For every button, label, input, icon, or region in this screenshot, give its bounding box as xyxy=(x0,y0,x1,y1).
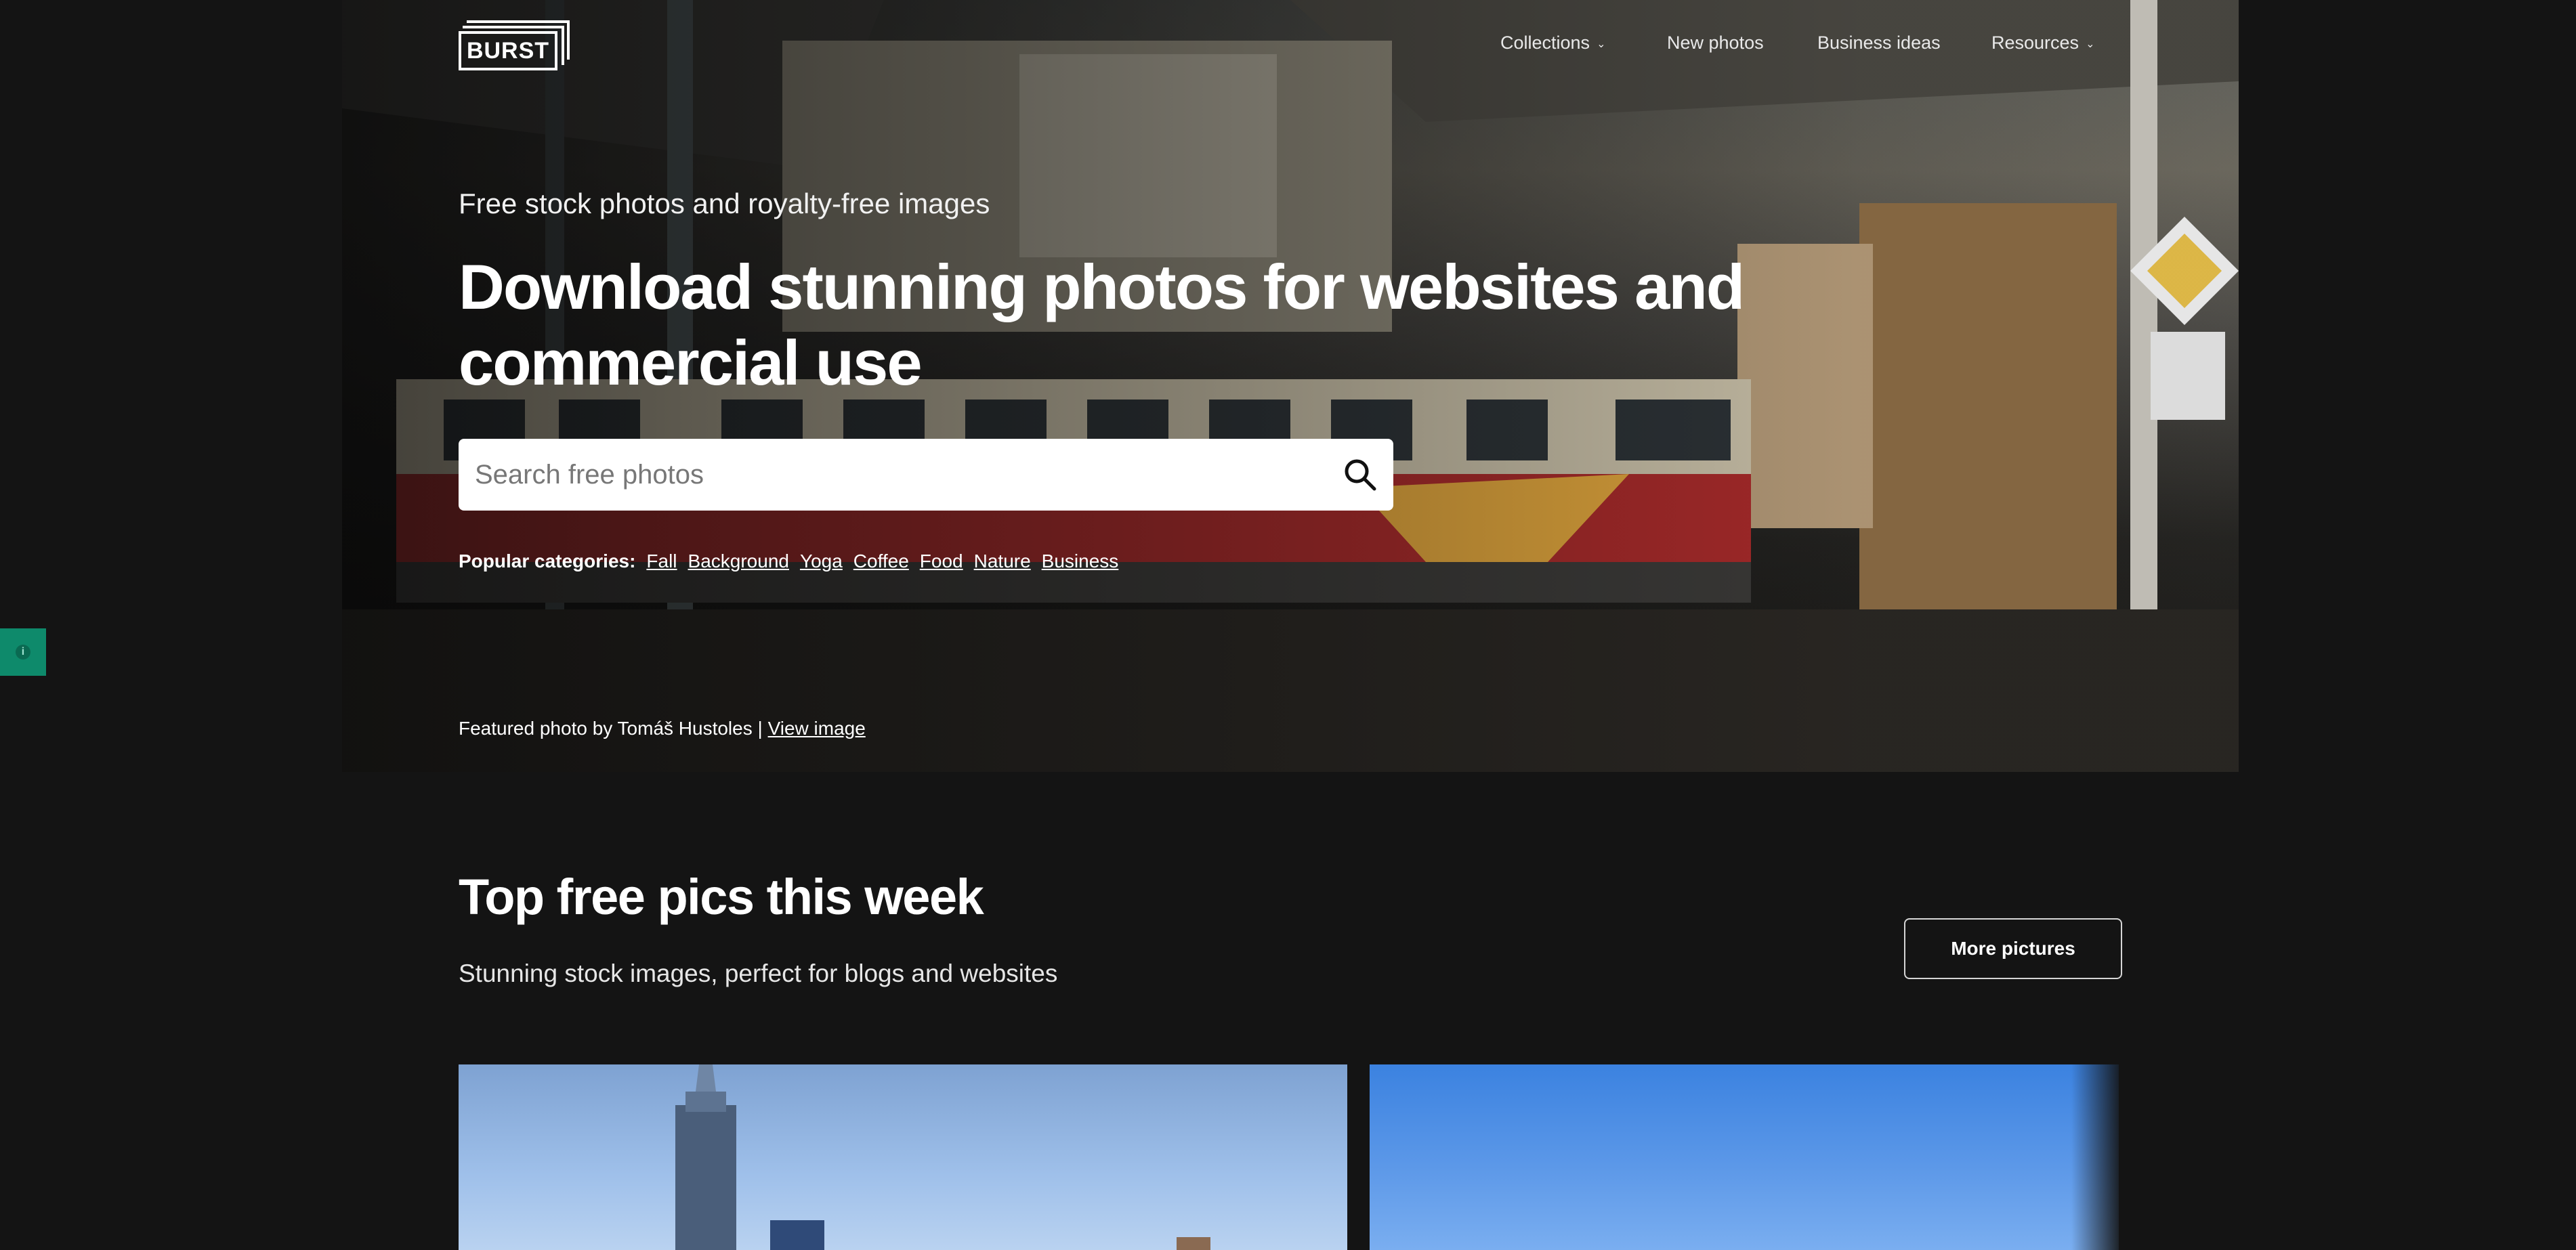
nav-new-photos-label: New photos xyxy=(1667,33,1764,53)
category-link-business[interactable]: Business xyxy=(1042,551,1119,572)
section-subtitle: Stunning stock images, perfect for blogs… xyxy=(459,960,1058,987)
photo-credit: Featured photo by Tomáš Hustoles | View … xyxy=(459,718,866,739)
chevron-down-icon: ⌄ xyxy=(1597,38,1606,50)
nav-collections[interactable]: Collections ⌄ xyxy=(1500,33,1605,53)
nav-resources-label: Resources xyxy=(1991,33,2079,53)
nav-resources[interactable]: Resources ⌄ xyxy=(1991,33,2094,53)
category-link-background[interactable]: Background xyxy=(688,551,789,572)
search-input[interactable] xyxy=(473,444,1303,506)
nav-business-ideas[interactable]: Business ideas xyxy=(1817,33,1941,53)
photo-thumbnail[interactable] xyxy=(459,1064,1347,1250)
nav-new-photos[interactable]: New photos xyxy=(1667,33,1764,53)
popular-categories: Popular categories: Fall Background Yoga… xyxy=(459,551,1118,572)
search-icon[interactable] xyxy=(1342,456,1378,493)
category-link-nature[interactable]: Nature xyxy=(974,551,1031,572)
view-image-link[interactable]: View image xyxy=(768,718,866,739)
section-title: Top free pics this week xyxy=(459,869,984,925)
nav-collections-label: Collections xyxy=(1500,33,1590,53)
skyscraper-photo xyxy=(675,1064,1210,1250)
more-pictures-button[interactable]: More pictures xyxy=(1904,918,2122,979)
photo-thumbnail[interactable] xyxy=(1370,1064,2119,1250)
hero-subtitle: Free stock photos and royalty-free image… xyxy=(459,188,990,219)
category-link-fall[interactable]: Fall xyxy=(646,551,677,572)
chevron-down-icon: ⌄ xyxy=(2086,38,2095,50)
popular-categories-label: Popular categories: xyxy=(459,551,636,572)
hero-title: Download stunning photos for websites an… xyxy=(459,251,1745,398)
nav-business-ideas-label: Business ideas xyxy=(1817,33,1941,53)
main-nav: Collections ⌄ New photos Business ideas … xyxy=(342,33,2239,62)
hero-banner: BURST Collections ⌄ New photos Business … xyxy=(342,0,2239,772)
search-bar xyxy=(459,439,1393,511)
category-link-yoga[interactable]: Yoga xyxy=(800,551,843,572)
feedback-tab[interactable]: i xyxy=(0,628,46,676)
info-icon: i xyxy=(16,645,30,660)
category-link-coffee[interactable]: Coffee xyxy=(853,551,909,572)
category-link-food[interactable]: Food xyxy=(920,551,963,572)
photo-credit-text: Featured photo by Tomáš Hustoles | xyxy=(459,718,763,739)
